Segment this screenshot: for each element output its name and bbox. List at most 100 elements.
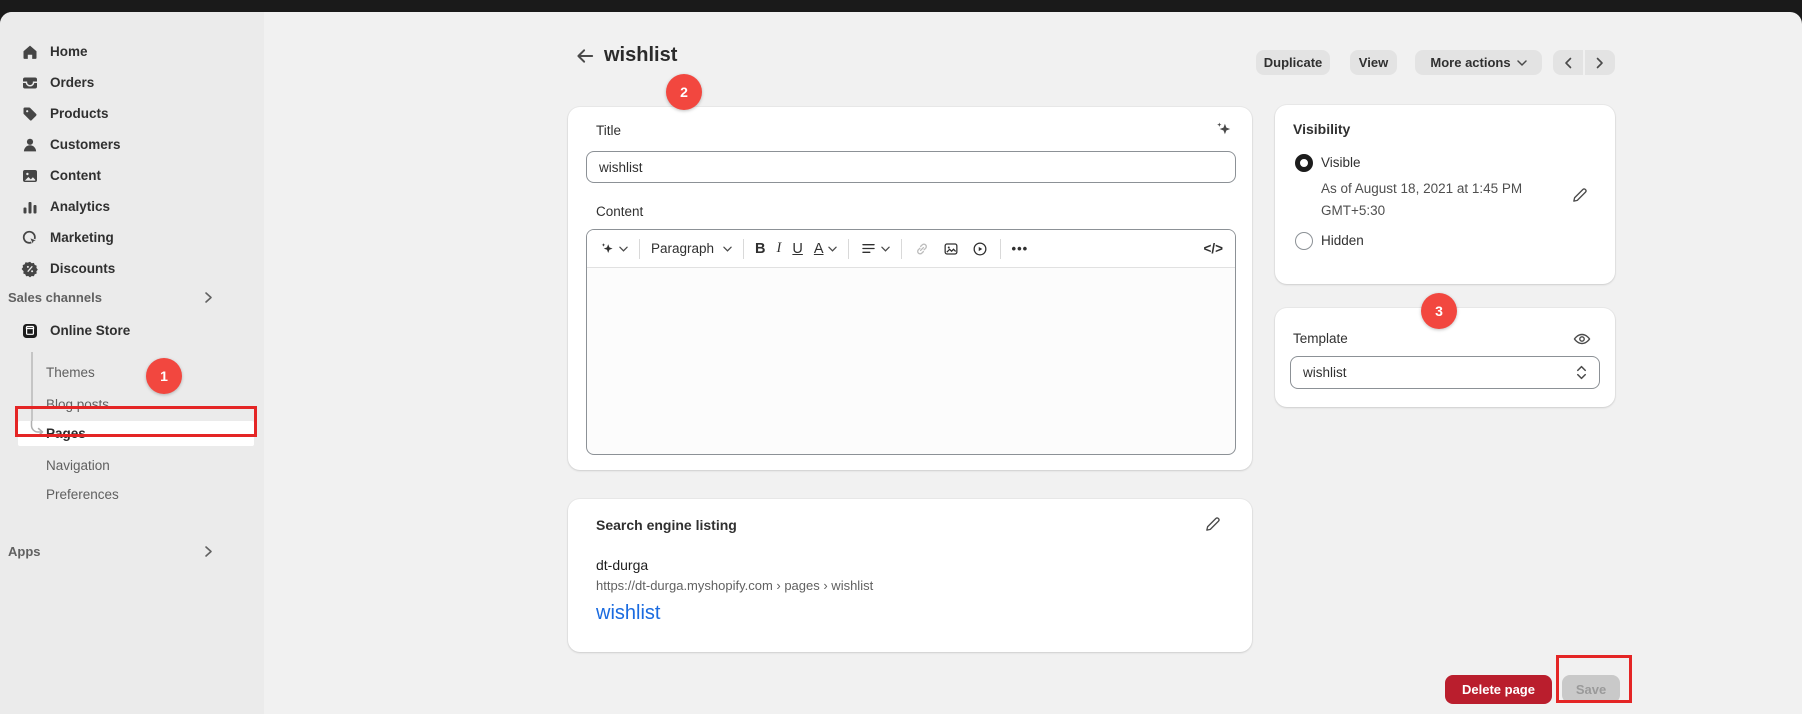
code-view-button[interactable]: </>: [1203, 241, 1223, 256]
annotation-badge-3: 3: [1421, 293, 1457, 329]
visible-radio[interactable]: [1295, 154, 1313, 172]
toolbar-divider: [639, 239, 640, 259]
chevron-down-icon: [619, 246, 628, 252]
chevron-right-icon[interactable]: [204, 291, 213, 304]
sidebar-item-themes[interactable]: Themes: [46, 365, 95, 380]
toolbar-divider: [743, 239, 744, 259]
prev-page-button[interactable]: [1553, 50, 1583, 75]
magic-sparkle-icon: [599, 241, 615, 257]
duplicate-button[interactable]: Duplicate: [1256, 50, 1330, 75]
sidebar-item-content[interactable]: Content: [0, 160, 264, 191]
select-caret-icon: [1576, 365, 1587, 380]
sidebar-item-marketing[interactable]: Marketing: [0, 222, 264, 253]
chevron-left-icon: [1564, 57, 1572, 69]
page-title: wishlist: [604, 44, 677, 67]
editor-content-area[interactable]: [587, 268, 1235, 455]
sidebar-item-label: Marketing: [50, 230, 114, 245]
insert-video-icon[interactable]: [971, 240, 989, 258]
more-formatting-button[interactable]: •••: [1012, 241, 1029, 256]
delete-page-button[interactable]: Delete page: [1445, 675, 1552, 704]
chevron-right-icon[interactable]: [204, 545, 213, 558]
seo-card: Search engine listing dt-durga https://d…: [568, 499, 1252, 652]
text-color-button[interactable]: A: [814, 241, 837, 257]
sidebar-item-label: Customers: [50, 137, 121, 152]
title-content-card: Title Content Paragraph B: [568, 107, 1252, 470]
link-icon[interactable]: [913, 240, 931, 258]
seo-site-name: dt-durga: [596, 557, 648, 573]
annotation-badge-2: 2: [666, 74, 702, 110]
content-field-label: Content: [596, 204, 643, 219]
magic-sparkle-icon[interactable]: [1214, 120, 1233, 139]
sidebar-item-discounts[interactable]: Discounts: [0, 253, 264, 284]
rich-text-editor: Paragraph B I U A: [586, 229, 1236, 455]
sidebar-item-label: Orders: [50, 75, 94, 90]
title-input[interactable]: [586, 151, 1236, 183]
seo-url-breadcrumb: https://dt-durga.myshopify.com › pages ›…: [596, 578, 873, 593]
more-actions-label: More actions: [1430, 55, 1510, 70]
visibility-card: Visibility Visible As of August 18, 2021…: [1275, 105, 1615, 284]
back-arrow-icon[interactable]: [574, 45, 596, 67]
sidebar-item-label: Analytics: [50, 199, 110, 214]
italic-button[interactable]: I: [777, 240, 782, 257]
template-select-value: wishlist: [1303, 365, 1347, 380]
analytics-icon: [20, 197, 40, 217]
sales-channels-header[interactable]: Sales channels: [8, 290, 102, 305]
home-icon: [20, 42, 40, 62]
seo-card-heading: Search engine listing: [596, 517, 737, 533]
sidebar-item-analytics[interactable]: Analytics: [0, 191, 264, 222]
template-select[interactable]: wishlist: [1290, 356, 1600, 389]
toolbar-divider: [848, 239, 849, 259]
chevron-down-icon: [723, 246, 732, 252]
sidebar: Home Orders Products Customers Content: [0, 12, 264, 714]
hidden-radio[interactable]: [1295, 232, 1313, 250]
edit-pencil-icon[interactable]: [1571, 185, 1590, 204]
underline-button[interactable]: U: [792, 241, 802, 257]
sidebar-item-navigation[interactable]: Navigation: [46, 458, 110, 473]
next-page-button[interactable]: [1585, 50, 1615, 75]
annotation-box-save: [1556, 655, 1632, 703]
sidebar-item-orders[interactable]: Orders: [0, 67, 264, 98]
visibility-heading: Visibility: [1293, 121, 1350, 137]
products-icon: [20, 104, 40, 124]
toolbar-divider: [901, 239, 902, 259]
sidebar-item-preferences[interactable]: Preferences: [46, 487, 119, 502]
text-color-label: A: [814, 241, 824, 257]
sidebar-item-label: Online Store: [50, 323, 130, 338]
chevron-down-icon: [1517, 60, 1527, 66]
sidebar-item-label: Products: [50, 106, 109, 121]
more-actions-button[interactable]: More actions: [1415, 50, 1542, 75]
seo-result-link[interactable]: wishlist: [596, 602, 660, 625]
editor-toolbar: Paragraph B I U A: [587, 230, 1235, 268]
insert-image-icon[interactable]: [942, 240, 960, 258]
template-heading: Template: [1293, 331, 1348, 346]
editor-magic-button[interactable]: [599, 241, 628, 257]
sidebar-item-customers[interactable]: Customers: [0, 129, 264, 160]
discounts-icon: [20, 259, 40, 279]
sidebar-item-home[interactable]: Home: [0, 36, 264, 67]
chevron-down-icon: [828, 246, 837, 252]
content-icon: [20, 166, 40, 186]
align-left-icon: [860, 240, 877, 257]
paragraph-style-dropdown[interactable]: Paragraph: [651, 241, 732, 256]
hidden-radio-label: Hidden: [1321, 233, 1364, 248]
view-button[interactable]: View: [1350, 50, 1397, 75]
orders-icon: [20, 73, 40, 93]
chevron-down-icon: [881, 246, 890, 252]
app-frame: Home Orders Products Customers Content: [0, 12, 1802, 714]
apps-header[interactable]: Apps: [8, 544, 41, 559]
sidebar-item-label: Home: [50, 44, 88, 59]
annotation-badge-1: 1: [146, 358, 182, 394]
visible-radio-label: Visible: [1321, 155, 1361, 170]
sidebar-item-products[interactable]: Products: [0, 98, 264, 129]
alignment-button[interactable]: [860, 240, 890, 257]
sidebar-item-online-store[interactable]: Online Store: [0, 315, 264, 346]
visible-schedule-text: As of August 18, 2021 at 1:45 PM GMT+5:3…: [1321, 178, 1569, 222]
marketing-icon: [20, 228, 40, 248]
bold-button[interactable]: B: [755, 241, 765, 257]
paragraph-style-label: Paragraph: [651, 241, 714, 256]
customers-icon: [20, 135, 40, 155]
annotation-box-pages: [15, 406, 257, 437]
edit-pencil-icon[interactable]: [1204, 514, 1223, 533]
eye-icon[interactable]: [1572, 329, 1592, 349]
online-store-icon: [20, 321, 40, 341]
